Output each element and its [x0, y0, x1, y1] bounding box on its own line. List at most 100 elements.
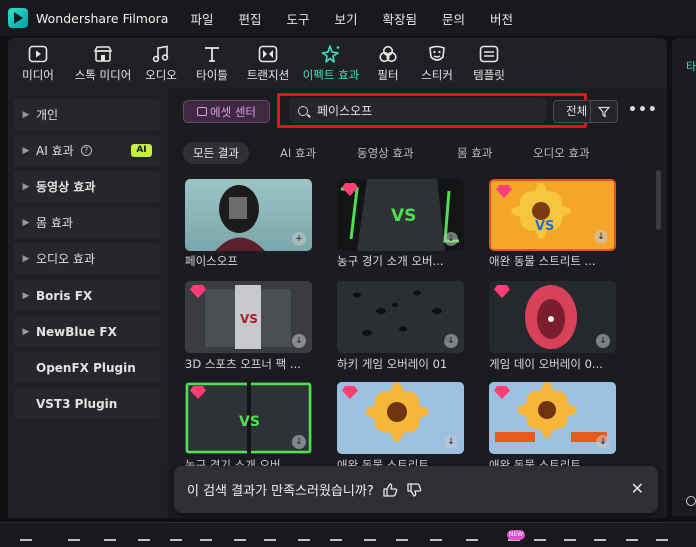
result-thumbnail[interactable]: ↓	[337, 281, 464, 353]
timeline-tool-icon[interactable]	[68, 539, 80, 547]
svg-text:VS: VS	[239, 414, 260, 430]
template-icon	[478, 44, 500, 64]
add-icon[interactable]: +	[292, 232, 306, 246]
sidebar-item-newblue-fx[interactable]: ▶ NewBlue FX	[14, 316, 160, 347]
timeline-tool-icon[interactable]	[564, 539, 576, 547]
result-caption: 3D 스포츠 오프너 팩 ...	[185, 357, 301, 371]
sidebar-item-boris-fx[interactable]: ▶ Boris FX	[14, 280, 160, 311]
ai-badge: AI	[131, 144, 152, 157]
new-badge: NEW	[507, 530, 525, 540]
chip-audio-effects[interactable]: 오디오 효과	[533, 142, 590, 164]
tab-audio[interactable]: 오디오	[138, 38, 184, 88]
download-icon[interactable]: ↓	[444, 232, 458, 246]
thumbs-down-icon[interactable]	[406, 482, 422, 498]
result-caption: 페이스오프	[185, 254, 238, 268]
chip-ai-effects[interactable]: AI 효과	[280, 142, 316, 164]
delete-icon[interactable]	[170, 539, 182, 547]
menu-tools[interactable]: 도구	[286, 9, 309, 28]
sidebar-item-video-effects[interactable]: ▶ 동영상 효과	[14, 171, 160, 202]
timeline-tool-icon[interactable]	[364, 539, 376, 547]
download-icon[interactable]: ↓	[292, 334, 306, 348]
help-icon[interactable]: ?	[80, 145, 92, 156]
library-toolbar: 미디어 스톡 미디어 오디오 타이틀 트랜지션 이펙트 효과 필터 스티커 템플…	[8, 38, 667, 88]
right-panel-tab[interactable]: 타	[686, 58, 696, 73]
result-thumbnail[interactable]: +	[185, 179, 312, 251]
sidebar-item-audio-effects[interactable]: ▶ 오디오 효과	[14, 243, 160, 274]
download-icon[interactable]: ↓	[444, 435, 458, 449]
effects-category-sidebar: ▶ 개인 ▶ AI 효과 ? AI ▶ 동영상 효과 ▶ 몸 효과 ▶ 오디오 …	[8, 88, 168, 518]
results-scrollbar[interactable]	[656, 170, 661, 230]
download-icon[interactable]: ↓	[596, 334, 610, 348]
timeline-tool-icon[interactable]	[20, 539, 32, 547]
result-thumbnail[interactable]: VS ↓	[337, 179, 464, 251]
asset-center-button[interactable]: 에셋 센터	[183, 100, 270, 123]
download-icon[interactable]: ↓	[596, 435, 610, 449]
tab-stickers-label: 스티커	[421, 68, 453, 82]
menu-help[interactable]: 문의	[442, 9, 465, 28]
more-options-button[interactable]: •••	[628, 102, 657, 122]
feedback-toast: 이 검색 결과가 만족스러웠습니까? ✕	[174, 466, 658, 513]
sidebar-item-ai-effects[interactable]: ▶ AI 효과 ? AI	[14, 135, 160, 166]
chip-video-effects[interactable]: 동영상 효과	[357, 142, 414, 164]
tab-effects[interactable]: 이펙트 효과	[296, 38, 366, 88]
preview-panel-edge: 타	[672, 38, 696, 516]
sticker-icon	[426, 44, 448, 64]
tab-stock-media[interactable]: 스톡 미디어	[68, 38, 138, 88]
menu-file[interactable]: 파일	[190, 9, 213, 28]
filter-circles-icon	[377, 44, 399, 64]
menu-version[interactable]: 버전	[490, 9, 513, 28]
timeline-tool-icon[interactable]	[594, 539, 606, 547]
timeline-tool-icon[interactable]	[396, 539, 408, 547]
sidebar-item-body-effects[interactable]: ▶ 몸 효과	[14, 207, 160, 238]
sidebar-item-vst3[interactable]: VST3 Plugin	[14, 388, 160, 419]
timeline-toolbar	[0, 522, 696, 547]
download-icon[interactable]: ↓	[292, 435, 306, 449]
tab-effects-label: 이펙트 효과	[302, 68, 360, 82]
search-scope-dropdown[interactable]: 전체	[553, 100, 591, 123]
sidebar-item-openfx[interactable]: OpenFX Plugin	[14, 352, 160, 383]
result-thumbnail[interactable]: VS ↓	[185, 382, 312, 454]
sidebar-item-personal[interactable]: ▶ 개인	[14, 99, 160, 130]
download-icon[interactable]: ↓	[594, 230, 608, 244]
timeline-tool-icon[interactable]	[466, 539, 478, 547]
result-thumbnail[interactable]: VS ↓	[489, 179, 616, 251]
chip-all-results[interactable]: 모든 결과	[183, 142, 249, 164]
split-icon[interactable]	[200, 539, 212, 547]
crop-icon[interactable]	[234, 539, 246, 547]
sidebar-item-label: OpenFX Plugin	[36, 360, 136, 375]
timeline-tool-icon[interactable]	[298, 539, 310, 547]
result-thumbnail[interactable]: ↓	[337, 382, 464, 454]
timeline-tool-icon[interactable]	[656, 539, 668, 547]
result-thumbnail[interactable]: ↓	[489, 382, 616, 454]
timeline-tool-icon[interactable]	[430, 539, 442, 547]
timeline-tool-icon[interactable]	[534, 539, 546, 547]
filter-button[interactable]	[590, 100, 618, 123]
tab-filters[interactable]: 필터	[366, 38, 410, 88]
timeline-tool-icon[interactable]	[330, 539, 342, 547]
menu-extensions[interactable]: 확장됨	[383, 9, 418, 28]
text-t-icon	[201, 44, 223, 64]
zoom-icon[interactable]	[686, 496, 696, 506]
ai-tool-icon[interactable]	[508, 539, 520, 547]
undo-icon[interactable]	[104, 539, 116, 547]
download-icon[interactable]: ↓	[444, 334, 458, 348]
sidebar-item-label: Boris FX	[36, 288, 93, 303]
chip-body-effects[interactable]: 몸 효과	[457, 142, 492, 164]
tab-transitions[interactable]: 트랜지션	[240, 38, 296, 88]
tab-templates[interactable]: 템플릿	[464, 38, 514, 88]
result-thumbnail[interactable]: ↓	[489, 281, 616, 353]
tab-media[interactable]: 미디어	[8, 38, 68, 88]
filmora-logo-icon	[8, 8, 28, 28]
sidebar-item-label: VST3 Plugin	[36, 396, 118, 411]
text-icon[interactable]	[264, 539, 276, 547]
close-icon[interactable]: ✕	[631, 479, 644, 498]
result-thumbnail[interactable]: VS ↓	[185, 281, 312, 353]
result-caption: 애완 동물 스트리트 ...	[489, 254, 596, 268]
tab-stickers[interactable]: 스티커	[410, 38, 464, 88]
tab-titles[interactable]: 타이틀	[184, 38, 240, 88]
thumbs-up-icon[interactable]	[382, 482, 398, 498]
menu-view[interactable]: 보기	[334, 9, 357, 28]
timeline-tool-icon[interactable]	[626, 539, 638, 547]
redo-icon[interactable]	[138, 539, 150, 547]
menu-edit[interactable]: 편집	[238, 9, 261, 28]
